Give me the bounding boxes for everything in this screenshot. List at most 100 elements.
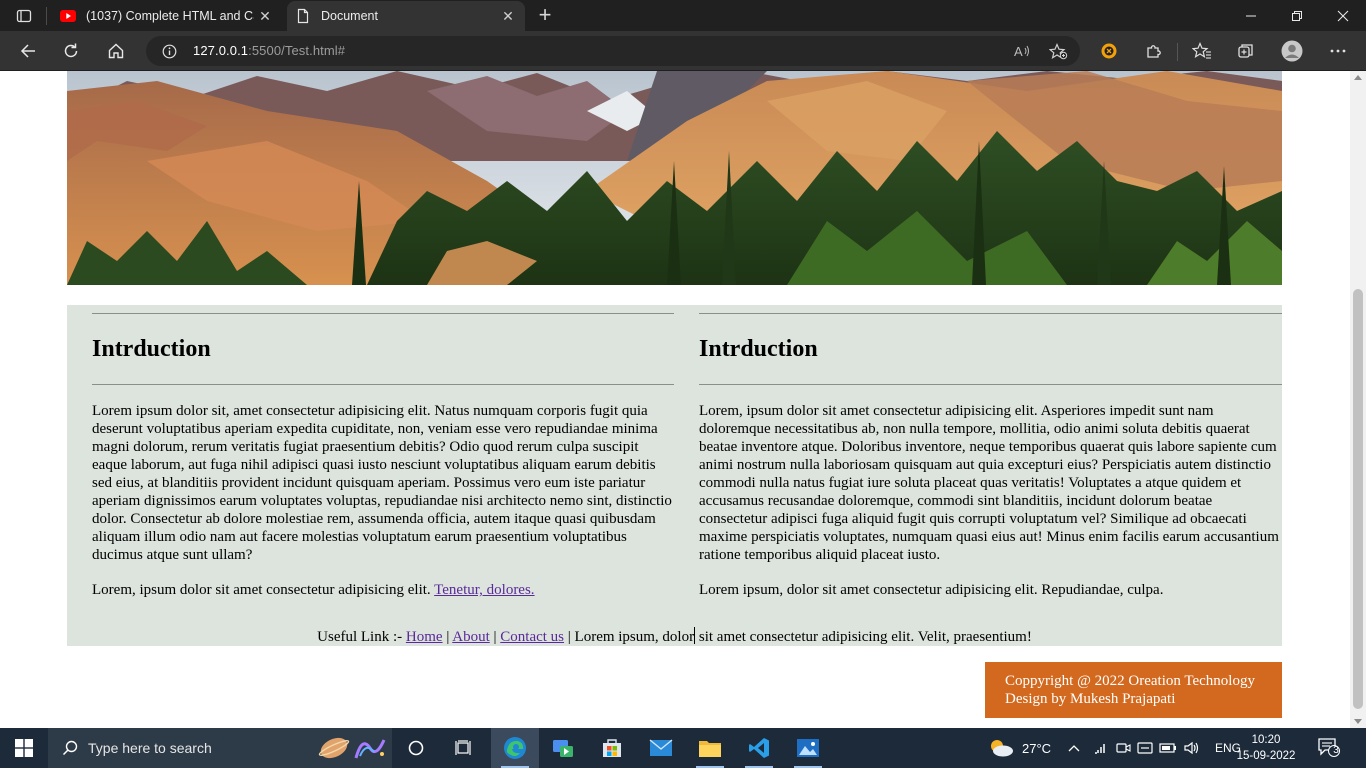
- clock-date: 15-09-2022: [1236, 750, 1296, 762]
- back-button[interactable]: [14, 37, 42, 65]
- taskbar-mail[interactable]: [637, 728, 685, 768]
- system-tray: ENG: [1067, 728, 1241, 768]
- cortana-button[interactable]: [392, 728, 440, 768]
- edge-icon: [504, 737, 526, 759]
- restore-button[interactable]: [1274, 0, 1320, 31]
- url-text[interactable]: 127.0.0.1:5500/Test.html#: [193, 43, 345, 58]
- browser-toolbar: 127.0.0.1:5500/Test.html# A: [0, 31, 1366, 71]
- favorites-icon: [1192, 42, 1211, 59]
- useful-links-bar: Useful Link :- Home | About | Contact us…: [67, 627, 1282, 646]
- restore-icon: [1292, 10, 1302, 21]
- scrollbar-thumb[interactable]: [1353, 289, 1363, 709]
- extension-button[interactable]: [1094, 37, 1124, 65]
- profile-button[interactable]: [1277, 37, 1307, 65]
- taskbar-video-app[interactable]: [539, 728, 587, 768]
- search-icon: [62, 740, 78, 756]
- tab-youtube[interactable]: (1037) Complete HTML and CSS ✕: [52, 1, 282, 31]
- home-button[interactable]: [102, 37, 130, 65]
- more-dots-icon: [1330, 49, 1346, 53]
- remote-desktop-icon[interactable]: [1137, 740, 1153, 756]
- taskbar-vscode[interactable]: [735, 728, 783, 768]
- column-paragraph-2: Lorem, ipsum dolor sit amet consectetur …: [92, 581, 674, 599]
- favorites-button[interactable]: [1187, 37, 1217, 65]
- search-placeholder: Type here to search: [88, 740, 212, 756]
- extensions-button[interactable]: [1139, 37, 1169, 65]
- divider: [699, 384, 1282, 385]
- tab-separator: [46, 7, 47, 25]
- toolbar-separator: [1177, 43, 1178, 61]
- close-tab-icon[interactable]: ✕: [497, 8, 519, 25]
- site-info-icon[interactable]: [162, 44, 177, 59]
- link-separator: |: [489, 629, 501, 645]
- taskbar-clock[interactable]: 10:20 15-09-2022: [1236, 732, 1296, 764]
- volume-icon[interactable]: [1183, 740, 1201, 756]
- column-paragraph-2: Lorem ipsum, dolor sit amet consectetur …: [699, 582, 1164, 598]
- battery-icon[interactable]: [1159, 740, 1177, 756]
- column-paragraph: Lorem, ipsum dolor sit amet consectetur …: [699, 403, 1279, 563]
- intro-column-left: Intrduction Lorem ipsum dolor sit, amet …: [92, 313, 674, 599]
- tab-actions-button[interactable]: [10, 5, 40, 27]
- network-icon[interactable]: [1093, 741, 1109, 755]
- start-button[interactable]: [0, 728, 48, 768]
- tab-document[interactable]: Document ✕: [287, 1, 525, 31]
- address-bar[interactable]: 127.0.0.1:5500/Test.html# A: [146, 36, 1080, 66]
- designer-line: Design by Mukesh Prajapati: [1005, 691, 1176, 707]
- mountain-landscape-image: [67, 71, 1282, 285]
- close-window-button[interactable]: [1320, 0, 1366, 31]
- taskbar-edge[interactable]: [491, 728, 539, 768]
- home-link[interactable]: Home: [406, 629, 443, 645]
- notification-count: 3: [1333, 745, 1339, 756]
- extension-badge-icon: [1101, 43, 1117, 59]
- link-separator: |: [442, 629, 453, 645]
- cortana-circle-icon: [408, 740, 424, 756]
- about-link[interactable]: About: [452, 629, 490, 645]
- taskbar-store[interactable]: [588, 728, 636, 768]
- page-scrollbar[interactable]: [1350, 71, 1366, 728]
- scroll-down-icon[interactable]: [1354, 719, 1362, 724]
- search-highlight-icon: [318, 737, 386, 759]
- content-section: Intrduction Lorem ipsum dolor sit, amet …: [67, 305, 1282, 646]
- settings-menu-button[interactable]: [1323, 37, 1353, 65]
- weather-temperature: 27°C: [1022, 740, 1052, 756]
- link-separator: |: [564, 629, 575, 645]
- refresh-button[interactable]: [57, 37, 85, 65]
- page-viewport: Intrduction Lorem ipsum dolor sit, amet …: [0, 71, 1350, 728]
- clock-time: 10:20: [1251, 734, 1281, 746]
- collections-button[interactable]: [1231, 37, 1261, 65]
- copyright-footer: Coppyright @ 2022 Oreation Technology De…: [985, 662, 1282, 718]
- task-view-button[interactable]: [440, 728, 488, 768]
- new-tab-button[interactable]: +: [533, 4, 557, 28]
- puzzle-icon: [1147, 45, 1161, 58]
- weather-widget[interactable]: 27°C: [988, 728, 1051, 768]
- close-tab-icon[interactable]: ✕: [254, 8, 276, 25]
- tab-actions-icon: [16, 9, 32, 23]
- taskbar-photos[interactable]: [784, 728, 832, 768]
- meet-now-icon[interactable]: [1115, 740, 1131, 756]
- minimize-button[interactable]: [1228, 0, 1274, 31]
- vscode-icon: [749, 738, 769, 758]
- svg-text:A: A: [1014, 44, 1023, 59]
- avatar-icon: [1281, 40, 1303, 62]
- read-aloud-icon[interactable]: A: [1014, 43, 1031, 59]
- intro-column-right: Intrduction Lorem, ipsum dolor sit amet …: [699, 313, 1282, 599]
- taskbar-file-explorer[interactable]: [686, 728, 734, 768]
- tenetur-link[interactable]: Tenetur, dolores.: [434, 582, 534, 598]
- back-arrow-icon: [20, 44, 35, 58]
- browser-tab-strip: (1037) Complete HTML and CSS ✕ Document …: [0, 0, 1366, 31]
- youtube-icon: [60, 10, 76, 22]
- windows-taskbar: Type here to search 27°C ENG 10:20 15-09…: [0, 728, 1366, 768]
- column-heading: Intrduction: [699, 336, 818, 362]
- tab-title: Document: [321, 9, 378, 23]
- show-hidden-icons-icon[interactable]: [1067, 743, 1081, 753]
- contact-us-link[interactable]: Contact us: [500, 629, 564, 645]
- add-favorite-icon[interactable]: [1049, 43, 1069, 61]
- task-view-icon: [455, 740, 471, 755]
- video-editor-icon: [553, 740, 573, 757]
- photos-icon: [797, 739, 819, 757]
- folder-icon: [699, 741, 721, 757]
- taskbar-search-box[interactable]: Type here to search: [48, 728, 392, 768]
- paragraph-text: Lorem, ipsum dolor sit amet consectetur …: [92, 582, 431, 598]
- scroll-up-icon[interactable]: [1354, 75, 1362, 80]
- notification-center-button[interactable]: 3: [1316, 736, 1346, 760]
- tab-title: (1037) Complete HTML and CSS: [86, 9, 254, 23]
